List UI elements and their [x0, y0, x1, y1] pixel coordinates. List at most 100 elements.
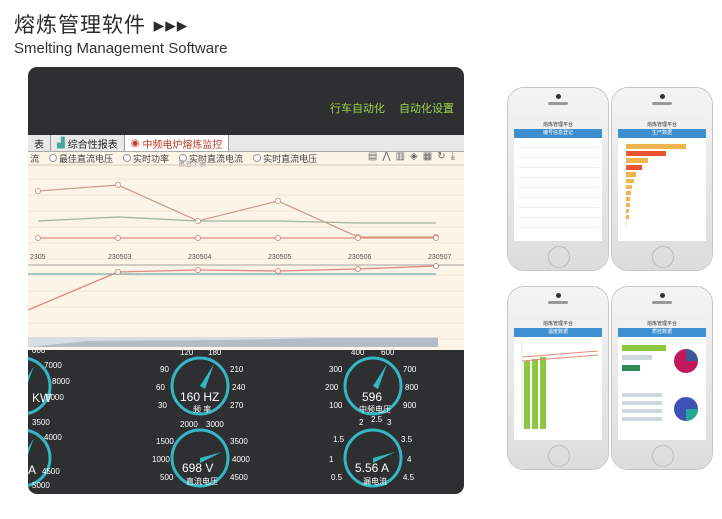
speaker-icon — [548, 102, 568, 105]
gauge-tick: 5000 — [46, 393, 64, 402]
gauge-panel: KW 000 7000 8000 5000 160 HZ 频 率 120 180… — [28, 350, 419, 490]
gauge-value: 5.56 A — [355, 461, 389, 475]
menu-item-automation-settings[interactable]: 自动化设置 — [399, 100, 454, 116]
gauge-label: 漏电流 — [363, 476, 387, 486]
camera-icon — [660, 293, 665, 298]
series-lower-voltage — [28, 265, 437, 311]
speaker-icon — [652, 301, 672, 304]
top-menu: 行车自动化 自动化设置 — [330, 100, 454, 116]
phone-temp-chart — [521, 341, 599, 429]
phone-screen: 熔炼管理平台 生产数据 — [618, 116, 706, 241]
gauge-tick: 7000 — [44, 361, 62, 370]
gauge-tick: 2.5 — [371, 415, 383, 424]
gauge-tick: 2 — [359, 418, 364, 427]
gauge-tick: 4000 — [44, 433, 62, 442]
gauge-tick: 500 — [160, 473, 174, 482]
x-axis-ticks: 2305 230503 230504 230505 230506 230507 — [30, 254, 451, 261]
gauge-label: 直流电压 — [186, 476, 218, 486]
camera-icon — [660, 94, 665, 99]
gauge-tick: 60 — [156, 383, 165, 392]
gauge-tick: 100 — [329, 401, 343, 410]
gauge-tick: 800 — [405, 383, 419, 392]
gauge-tick: 1.5 — [333, 435, 345, 444]
gauge-tick: 270 — [230, 401, 244, 410]
gauge-tick: 4500 — [42, 467, 60, 476]
gauge-mid-voltage: 596 中频电压 400 600 300 700 200 800 100 900 — [325, 350, 419, 416]
gauge-tick: 2000 — [180, 420, 198, 429]
gauge-tick: 3.5 — [401, 435, 413, 444]
phone-mockup-production: 熔炼管理平台 生产数据 — [612, 88, 712, 270]
form-rows — [514, 138, 602, 231]
x-tick-label: 2305 — [30, 254, 46, 261]
gauge-tick: 200 — [325, 383, 339, 392]
gauge-frequency: 160 HZ 频 率 120 180 90 210 60 240 30 270 — [156, 350, 246, 416]
gauge-tick: 900 — [403, 401, 417, 410]
gauge-value: 160 HZ — [180, 390, 219, 404]
gauge-power: KW 000 7000 8000 5000 — [28, 350, 70, 415]
gauge-tick: 1500 — [156, 437, 174, 446]
gauge-tick: 4.5 — [403, 473, 415, 482]
phone-screen: 熔炼管理平台 编号信息登记 — [514, 116, 602, 241]
menu-item-crane-automation[interactable]: 行车自动化 — [330, 100, 385, 116]
gridlines — [28, 178, 464, 340]
phone-app-title: 熔炼管理平台 — [618, 121, 706, 129]
gauge-tick: 210 — [230, 365, 244, 374]
gauge-unit: A — [28, 463, 36, 477]
phone-mockup-temperature: 熔炼管理平台 温度数据 — [508, 287, 608, 469]
gauge-tick: 4500 — [230, 473, 248, 482]
gauge-tick: 3500 — [32, 418, 50, 427]
phone-section-title: 编号信息登记 — [514, 129, 602, 138]
gauge-tick: 1000 — [152, 455, 170, 464]
gauge-tick: 700 — [403, 365, 417, 374]
gauge-tick: 5000 — [32, 481, 50, 490]
phone-mockup-quality: 熔炼管理平台 质检数据 — [612, 287, 712, 469]
gauge-tick: 3 — [387, 418, 392, 427]
phone-app-title: 熔炼管理平台 — [514, 320, 602, 328]
gauge-tick: 30 — [158, 401, 167, 410]
x-tick-label: 230505 — [268, 254, 291, 261]
gauge-tick: 3500 — [230, 437, 248, 446]
home-button — [652, 246, 674, 268]
phone-section-title: 生产数据 — [618, 129, 706, 138]
phone-quality-charts — [622, 345, 698, 421]
camera-icon — [556, 94, 561, 99]
x-tick-label: 230507 — [428, 254, 451, 261]
x-tick-label: 230504 — [188, 254, 211, 261]
software-screenshot: 行车自动化 自动化设置 表 ▟ 综合性报表 ◉ 中频电炉熔炼监控 流 最佳直流电压 … — [28, 67, 464, 494]
phone-mockup-info: 熔炼管理平台 编号信息登记 — [508, 88, 608, 270]
phone-screen: 熔炼管理平台 温度数据 — [514, 315, 602, 440]
gauge-tick: 120 — [180, 350, 194, 357]
gauge-current: A 3500 4000 4500 5000 — [28, 418, 62, 490]
series-realtime-current — [37, 216, 436, 224]
gauge-value: 596 — [362, 390, 382, 404]
x-tick-label: 230503 — [108, 254, 131, 261]
phone-section-title: 质检数据 — [618, 328, 706, 337]
gauge-tick: 0.5 — [331, 473, 343, 482]
gauge-dc-voltage: 698 V 直流电压 2000 3000 1500 3500 1000 4000… — [152, 420, 250, 488]
speaker-icon — [652, 102, 672, 105]
page-title: 熔炼管理软件 ▸▸▸ — [14, 13, 189, 37]
phone-screen: 熔炼管理平台 质检数据 — [618, 315, 706, 440]
gauge-value: 698 V — [182, 461, 213, 475]
home-button — [548, 445, 570, 467]
gauge-tick: 4000 — [232, 455, 250, 464]
phone-section-title: 温度数据 — [514, 328, 602, 337]
monitor-window: 表 ▟ 综合性报表 ◉ 中频电炉熔炼监控 流 最佳直流电压 实时功率 实时直流电流 … — [28, 135, 464, 350]
gauge-tick: 400 — [351, 350, 365, 357]
phone-app-title: 熔炼管理平台 — [618, 320, 706, 328]
home-button — [652, 445, 674, 467]
trend-chart: 2305 230503 230504 230505 230506 230507 — [28, 164, 464, 347]
camera-icon — [556, 293, 561, 298]
x-tick-label: 230506 — [348, 254, 371, 261]
gauge-label: 中频电压 — [359, 404, 391, 414]
gauge-tick: 1 — [329, 455, 334, 464]
gauge-tick: 300 — [329, 365, 343, 374]
gauge-tick: 240 — [232, 383, 246, 392]
speaker-icon — [548, 301, 568, 304]
gauge-label: 频 率 — [193, 404, 211, 414]
phone-app-title: 熔炼管理平台 — [514, 121, 602, 129]
gauge-tick: 600 — [381, 350, 395, 357]
gauge-tick: 3000 — [206, 420, 224, 429]
home-button — [548, 246, 570, 268]
gauge-tick: 000 — [32, 350, 46, 355]
